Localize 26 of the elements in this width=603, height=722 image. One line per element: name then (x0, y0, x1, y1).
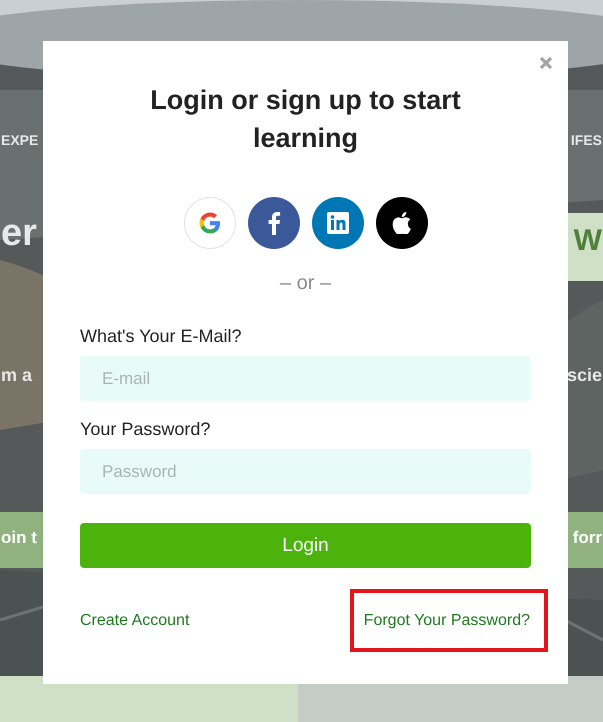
field-label: What's Your E-Mail? (80, 325, 242, 347)
password-field[interactable]: Password (80, 449, 531, 494)
linkedin-logo-icon (326, 212, 348, 234)
dialog-title: Login or sign up to start learning (149, 84, 462, 155)
close-icon[interactable] (539, 56, 553, 70)
background-text: forr (572, 528, 602, 548)
email-field[interactable]: E-mail (80, 356, 531, 401)
background-text: m a (1, 365, 32, 386)
banner-panel (568, 213, 603, 281)
background-text: scie (566, 365, 602, 386)
linkedin-login-button[interactable] (312, 197, 364, 249)
apple-login-button[interactable] (376, 197, 428, 249)
field-label: Your Password? (80, 418, 210, 440)
background-text: W (574, 224, 602, 258)
google-logo-icon (198, 212, 220, 234)
forgot-password-link[interactable]: Forgot Your Password? (364, 612, 530, 629)
background-text: IFES (570, 132, 602, 148)
create-account-link[interactable]: Create Account (80, 612, 190, 630)
background-text: EXPE (1, 132, 38, 148)
background-text: oin t (1, 528, 37, 548)
background-text: er (1, 212, 37, 255)
facebook-login-button[interactable] (248, 197, 300, 249)
apple-logo-icon (392, 212, 412, 234)
google-login-button[interactable] (184, 197, 236, 249)
facebook-logo-icon (266, 211, 280, 235)
divider-text: – or – (278, 271, 332, 295)
